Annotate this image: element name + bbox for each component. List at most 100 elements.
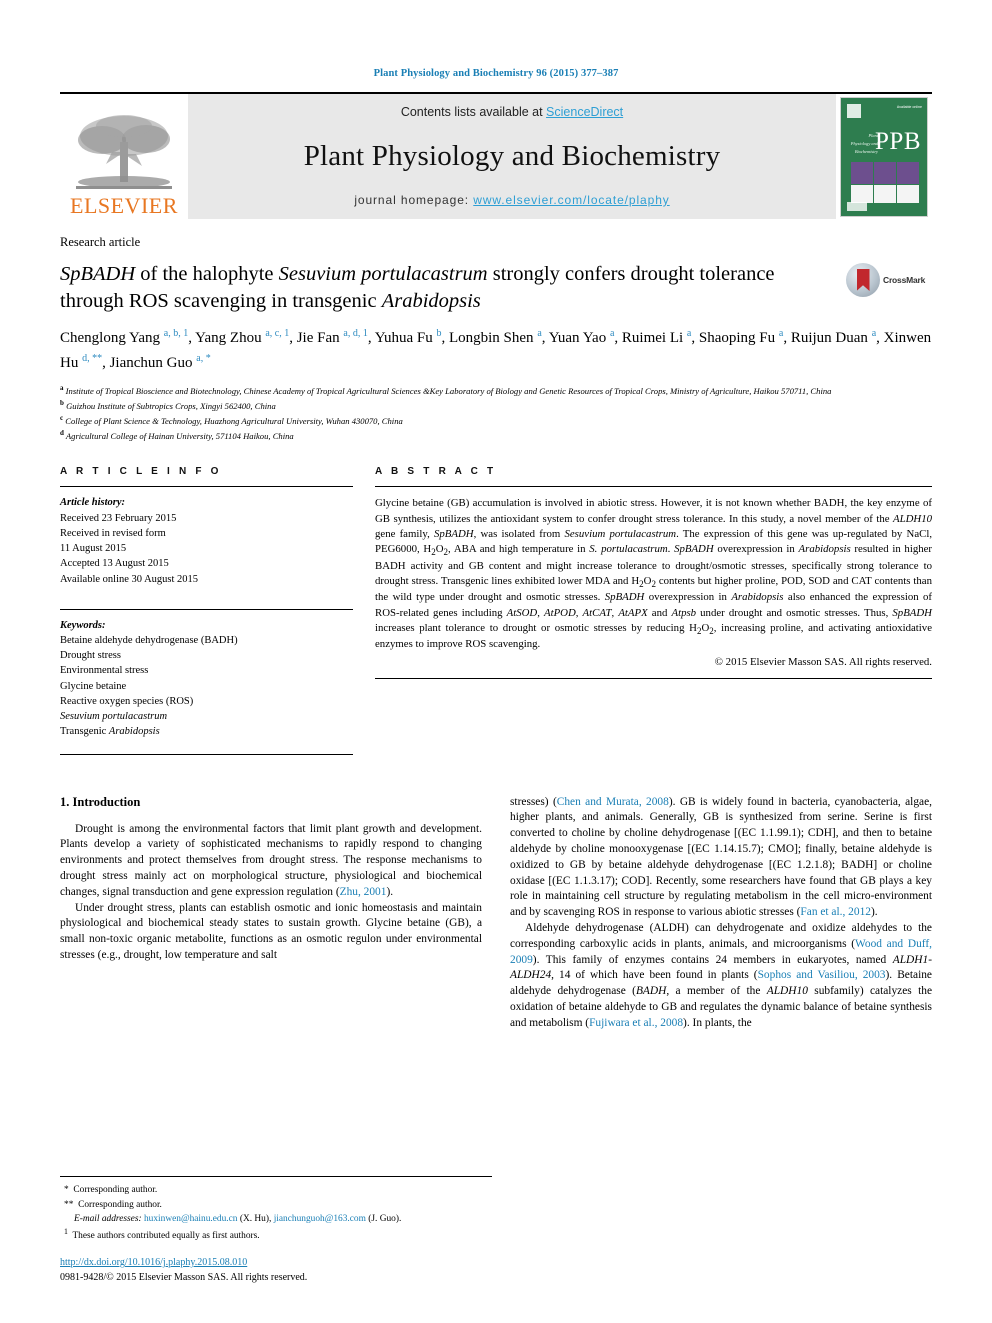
- keyword-item: Environmental stress: [60, 665, 149, 677]
- affiliation-text: Agricultural College of Hainan Universit…: [65, 430, 294, 441]
- history-item: 11 August 2015: [60, 543, 127, 555]
- keyword-item: Transgenic Arabidopsis: [60, 726, 160, 738]
- divider: [375, 486, 932, 488]
- author-affil-mark: a, d, 1: [343, 328, 368, 340]
- author-affil-mark: a, *: [196, 352, 211, 364]
- abstract-column: A B S T R A C T Glycine betaine (GB) acc…: [375, 466, 932, 754]
- paragraph: Drought is among the environmental facto…: [60, 822, 482, 898]
- article-history: Article history: Received 23 February 20…: [60, 495, 353, 586]
- ppb-cover-image: Available online Plant Physiology and Bi…: [840, 96, 928, 217]
- keyword-list: Keywords: Betaine aldehyde dehydrogenase…: [60, 618, 353, 740]
- citation-link[interactable]: Vasiliou, 2003: [817, 969, 885, 981]
- keyword-item: Drought stress: [60, 650, 121, 662]
- footnote-block: * Corresponding author. ** Corresponding…: [60, 1176, 492, 1285]
- affiliation-text: Guizhou Institute of Subtropics Crops, X…: [66, 400, 276, 411]
- journal-masthead: ELSEVIER Contents lists available at Sci…: [60, 92, 932, 219]
- email-owner-hu: (X. Hu): [239, 1213, 269, 1224]
- article-type: Research article: [60, 235, 141, 249]
- citation-link[interactable]: Fujiwara et al., 2008: [589, 1017, 683, 1029]
- issn-copyright-line: 0981-9428/© 2015 Elsevier Masson SAS. Al…: [60, 1271, 308, 1283]
- affiliation-text: Institute of Tropical Bioscience and Bio…: [65, 385, 832, 396]
- masthead-center: Contents lists available at ScienceDirec…: [188, 94, 836, 219]
- citation-link[interactable]: Fan et al., 2012: [800, 906, 871, 918]
- affiliation-mark: c: [60, 413, 64, 422]
- title-segment-2: of the halophyte: [135, 263, 279, 285]
- author-affil-mark: a, b, 1: [163, 328, 189, 340]
- doi-block: http://dx.doi.org/10.1016/j.plaphy.2015.…: [60, 1256, 492, 1285]
- affiliation-item: a Institute of Tropical Bioscience and B…: [60, 383, 932, 398]
- abstract-heading: A B S T R A C T: [375, 466, 497, 478]
- affiliation-item: b Guizhou Institute of Subtropics Crops,…: [60, 398, 932, 413]
- title-organism-name: Arabidopsis: [381, 289, 481, 312]
- journal-homepage-link[interactable]: www.elsevier.com/locate/plaphy: [473, 193, 669, 207]
- author-affil-mark: a: [778, 328, 784, 340]
- footnote-corresponding-1: * Corresponding author.: [60, 1183, 492, 1197]
- footnote-number-marker: 1: [64, 1226, 68, 1236]
- email-link-hu[interactable]: huxinwen@hainu.edu.cn: [144, 1214, 238, 1224]
- elsevier-wordmark: ELSEVIER: [70, 193, 178, 218]
- email-owner-guo: (J. Guo).: [368, 1213, 402, 1224]
- divider: [60, 486, 353, 488]
- email-link-guo[interactable]: jianchunguoh@163.com: [274, 1214, 366, 1224]
- footnote-equal-contribution: 1 These authors contributed equally as f…: [60, 1226, 492, 1243]
- citation-link[interactable]: Chen and Murata, 2008: [557, 796, 669, 808]
- title-row: SpBADH of the halophyte Sesuvium portula…: [60, 261, 932, 314]
- article-page: Plant Physiology and Biochemistry 96 (20…: [0, 0, 992, 1323]
- cover-footer-logo: [847, 201, 867, 211]
- citation-link[interactable]: Wood and Duff, 2009: [510, 938, 932, 966]
- article-info-column: A R T I C L E I N F O Article history: R…: [60, 466, 353, 755]
- title-gene-name: SpBADH: [60, 263, 136, 285]
- title-species-name: Sesuvium portulacastrum: [278, 263, 488, 285]
- running-head: Plant Physiology and Biochemistry 96 (20…: [373, 68, 619, 79]
- divider: [60, 753, 353, 755]
- affiliation-list: a Institute of Tropical Bioscience and B…: [60, 383, 932, 443]
- footnote-star-marker: *: [64, 1185, 69, 1196]
- article-info-heading: A R T I C L E I N F O: [60, 466, 222, 478]
- abstract-copyright: © 2015 Elsevier Masson SAS. All rights r…: [714, 656, 932, 669]
- cover-side-title: Plant Physiology and Biochemistry: [850, 132, 878, 155]
- author-affil-mark: a, c, 1: [265, 328, 290, 340]
- keywords-label: Keywords:: [60, 619, 106, 631]
- author-affil-mark: a: [871, 328, 877, 340]
- citation-link[interactable]: Zhu, 2001: [340, 886, 387, 898]
- sciencedirect-link[interactable]: ScienceDirect: [546, 105, 623, 119]
- divider: [60, 608, 353, 610]
- footnote-text: Corresponding author.: [78, 1199, 162, 1210]
- info-abstract-block: A R T I C L E I N F O Article history: R…: [60, 466, 932, 755]
- footnote-star-marker: **: [64, 1199, 74, 1210]
- introduction-section: 1. Introduction Drought is among the env…: [60, 795, 932, 1032]
- homepage-line: journal homepage: www.elsevier.com/locat…: [354, 193, 669, 207]
- history-item: Received in revised form: [60, 527, 166, 539]
- cover-abbrev: PPB: [875, 127, 921, 155]
- article-history-label: Article history:: [60, 497, 126, 509]
- affiliation-item: d Agricultural College of Hainan Univers…: [60, 428, 932, 443]
- journal-cover-thumbnail: Available online Plant Physiology and Bi…: [836, 94, 932, 219]
- affiliation-item: c College of Plant Science & Technology,…: [60, 413, 932, 428]
- paragraph: Aldehyde dehydrogenase (ALDH) can dehydr…: [510, 921, 932, 1029]
- footnote-text: Corresponding author.: [73, 1185, 158, 1196]
- cover-photo-strip: [851, 161, 919, 184]
- keyword-item: Sesuvium portulacastrum: [60, 711, 168, 723]
- email-addresses-label: E-mail addresses:: [74, 1213, 142, 1224]
- paragraph: Under drought stress, plants can establi…: [60, 901, 482, 961]
- crossmark-icon: [846, 263, 880, 297]
- elsevier-tree-icon: [76, 115, 172, 189]
- author-affil-mark: a: [686, 328, 692, 340]
- affiliation-mark: a: [60, 383, 64, 392]
- affiliation-mark: b: [60, 398, 64, 407]
- affiliation-mark: d: [60, 428, 64, 437]
- crossmark-badge[interactable]: CrossMark: [846, 261, 932, 297]
- cover-corner-label: Available online: [896, 104, 922, 109]
- author-affil-mark: a: [609, 328, 615, 340]
- history-item: Accepted 13 August 2015: [60, 558, 169, 570]
- history-item: Received 23 February 2015: [60, 512, 177, 524]
- divider: [375, 678, 932, 680]
- page-title: SpBADH of the halophyte Sesuvium portula…: [60, 261, 846, 314]
- abstract-text: Glycine betaine (GB) accumulation is inv…: [375, 497, 933, 651]
- cover-plot-strip: [851, 184, 919, 203]
- affiliation-text: College of Plant Science & Technology, H…: [65, 415, 403, 426]
- citation-link[interactable]: Sophos and: [758, 969, 813, 981]
- homepage-prefix: journal homepage:: [354, 193, 474, 207]
- keyword-item: Glycine betaine: [60, 680, 127, 692]
- doi-link[interactable]: http://dx.doi.org/10.1016/j.plaphy.2015.…: [60, 1257, 247, 1268]
